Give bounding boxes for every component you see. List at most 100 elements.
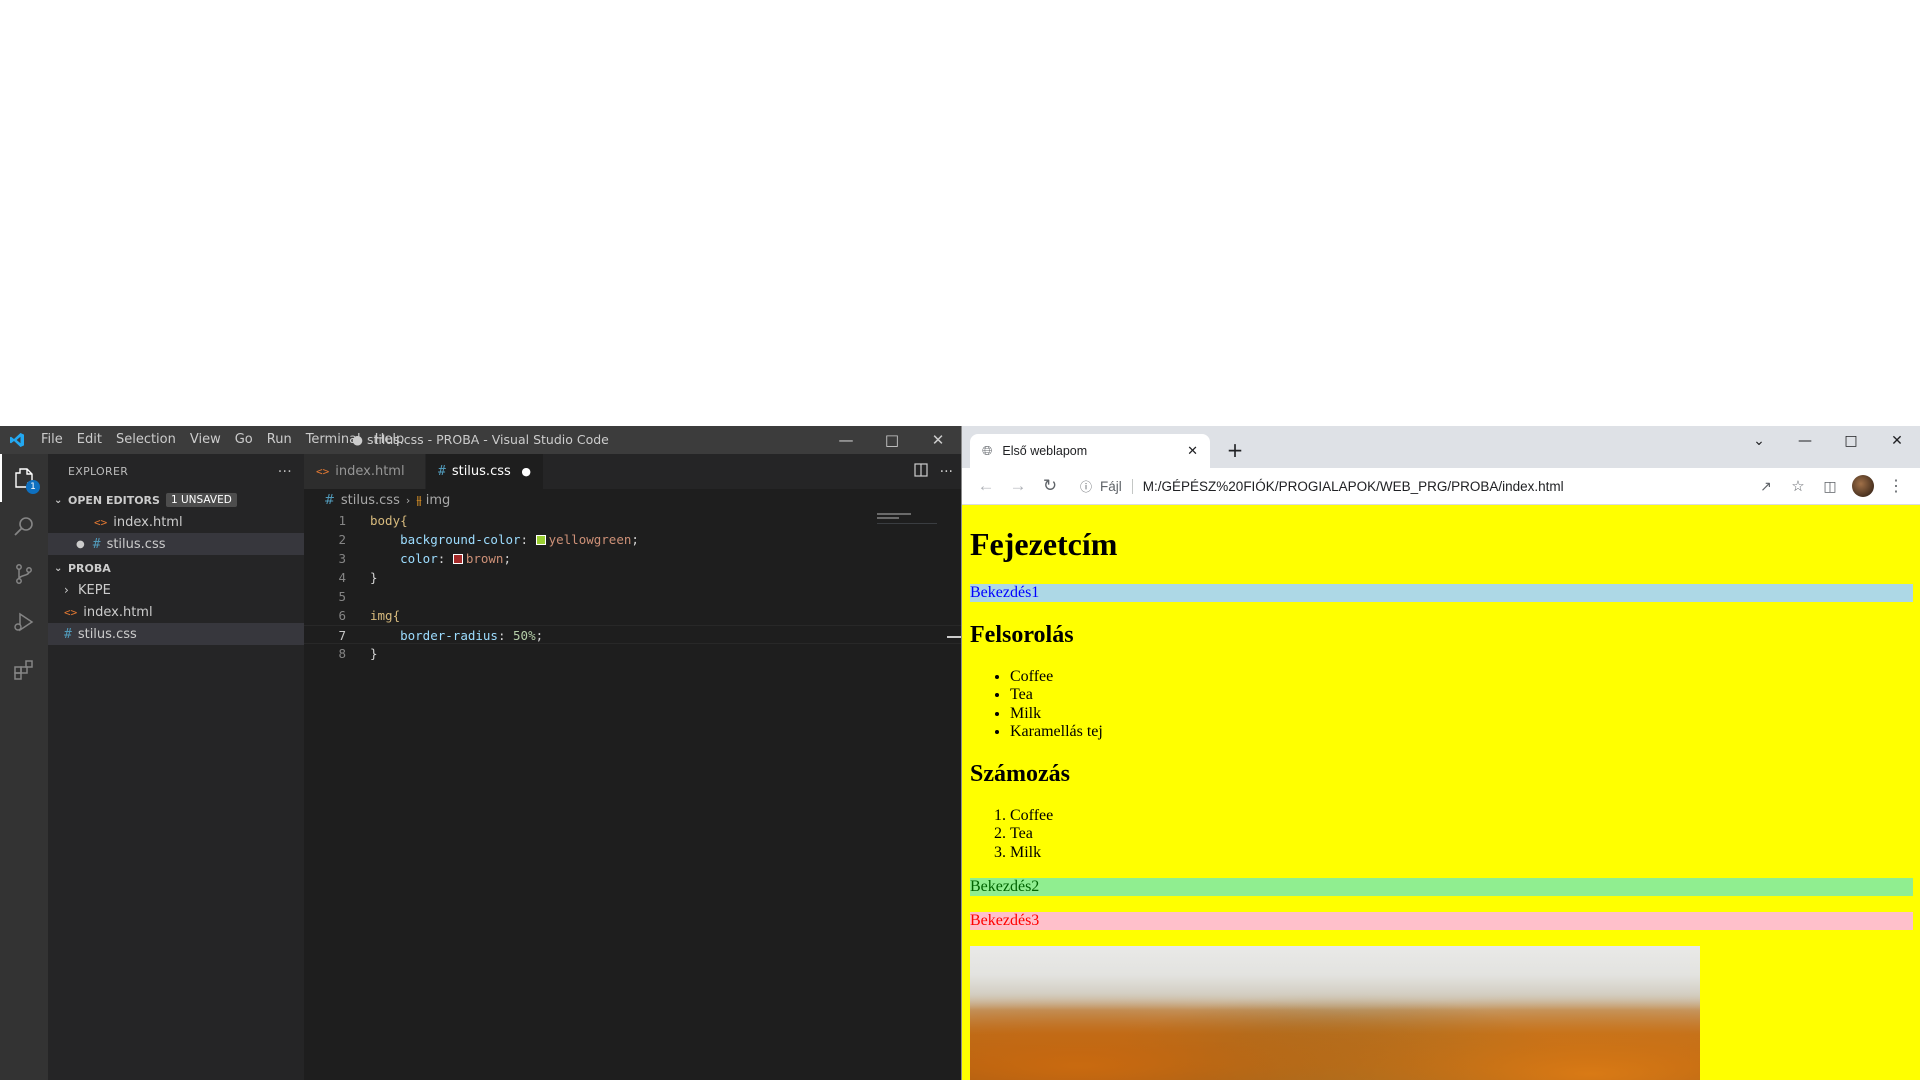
source-control-icon[interactable] <box>0 550 48 598</box>
code-line: 1 body{ <box>304 511 961 530</box>
web-page-content: Fejezetcím Bekezdés1 Felsorolás Coffee T… <box>962 505 1920 1080</box>
maximize-icon[interactable]: □ <box>1828 426 1874 456</box>
search-icon[interactable] <box>0 502 48 550</box>
close-icon[interactable]: ✕ <box>1874 426 1920 456</box>
unsaved-badge: 1 UNSAVED <box>165 493 237 507</box>
share-icon[interactable]: ↗ <box>1750 472 1782 500</box>
breadcrumb-symbol[interactable]: img <box>426 493 451 508</box>
run-debug-icon[interactable] <box>0 598 48 646</box>
url-text[interactable]: M:/GÉPÉSZ%20FIÓK/PROGIALAPOK/WEB_PRG/PRO… <box>1143 479 1564 494</box>
code-text: background-color: yellowgreen; <box>346 530 639 549</box>
paragraph-2: Bekezdés2 <box>970 878 1913 897</box>
menu-edit[interactable]: Edit <box>70 426 109 454</box>
list-item: Tea <box>1010 686 1913 704</box>
color-swatch-brown[interactable] <box>452 554 463 564</box>
file-index-html[interactable]: <> index.html <box>48 601 304 623</box>
list-item: Coffee <box>1010 668 1913 686</box>
list-heading: Felsorolás <box>970 622 1074 648</box>
menu-terminal[interactable]: Terminal <box>299 426 368 454</box>
code-text: } <box>370 570 378 585</box>
code-value: brown <box>465 551 504 566</box>
page-heading: Fejezetcím <box>970 526 1118 562</box>
code-editor[interactable]: 1 body{ 2 background-color: yellowgreen; … <box>304 511 961 663</box>
minimize-icon[interactable]: — <box>1782 426 1828 456</box>
tab-search-icon[interactable]: ⌄ <box>1736 426 1782 456</box>
list-item: Milk <box>1010 705 1913 723</box>
menu-go[interactable]: Go <box>228 426 260 454</box>
reload-icon[interactable]: ↻ <box>1034 472 1066 500</box>
split-editor-icon[interactable] <box>914 462 928 481</box>
code-text: color: brown; <box>346 549 511 568</box>
minimap-line <box>877 513 911 515</box>
profile-avatar[interactable] <box>1852 475 1874 497</box>
browser-toolbar: ← → ↻ ⓘ Fájl M:/GÉPÉSZ%20FIÓK/PROGIALAPO… <box>962 468 1920 505</box>
browser-tab[interactable]: 🌐︎ Első weblapom ✕ <box>970 434 1210 468</box>
side-panel-icon[interactable]: ◫ <box>1814 472 1846 500</box>
file-label: index.html <box>83 604 153 620</box>
code-text: border-radius: 50%; <box>346 626 543 643</box>
chevron-right-icon: › <box>405 493 411 507</box>
menu-view[interactable]: View <box>183 426 228 454</box>
more-actions-icon[interactable]: ··· <box>940 464 953 480</box>
list-item: Karamellás tej <box>1010 723 1913 741</box>
code-line: 3 color: brown; <box>304 549 961 568</box>
breadcrumb-file[interactable]: stilus.css <box>341 493 400 508</box>
back-arrow-icon[interactable]: ← <box>970 472 1002 500</box>
file-stilus-css[interactable]: # stilus.css <box>48 623 304 645</box>
list-item: Coffee <box>1010 807 1913 825</box>
new-tab-icon[interactable]: + <box>1221 436 1249 464</box>
extensions-icon[interactable] <box>0 646 48 694</box>
color-swatch-yellowgreen[interactable] <box>535 535 546 545</box>
close-tab-icon[interactable]: ✕ <box>1187 443 1198 459</box>
code-property: border-radius <box>400 628 498 643</box>
code-selector: img{ <box>370 608 401 623</box>
paragraph-1: Bekezdés1 <box>970 584 1913 602</box>
address-bar[interactable]: ⓘ Fájl M:/GÉPÉSZ%20FIÓK/PROGIALAPOK/WEB_… <box>1072 472 1744 500</box>
folder-label: KEPE <box>78 582 111 598</box>
maximize-icon[interactable]: □ <box>869 426 915 454</box>
code-line: 8} <box>304 644 961 663</box>
chevron-right-icon: › <box>64 583 69 597</box>
folder-kepe[interactable]: › KEPE <box>48 579 304 601</box>
menu-run[interactable]: Run <box>260 426 299 454</box>
info-icon[interactable]: ⓘ <box>1080 478 1092 495</box>
css-file-icon: # <box>324 492 335 508</box>
breadcrumb: # stilus.css › ⫵ img <box>304 489 961 511</box>
scrollbar-marker[interactable] <box>947 636 961 638</box>
tab-index-html[interactable]: <> index.html <box>304 454 426 489</box>
minimap[interactable] <box>877 511 947 531</box>
explorer-badge: 1 <box>26 480 40 494</box>
html-file-icon: <> <box>64 605 78 619</box>
open-editor-index-html[interactable]: <> index.html <box>48 511 304 533</box>
close-icon[interactable]: ✕ <box>915 426 961 454</box>
open-editor-stilus-css[interactable]: ● # stilus.css <box>48 533 304 555</box>
menu-selection[interactable]: Selection <box>109 426 183 454</box>
more-actions-icon[interactable]: ··· <box>278 464 292 480</box>
project-section[interactable]: ⌄ PROBA <box>48 557 304 579</box>
forward-arrow-icon[interactable]: → <box>1002 472 1034 500</box>
kebab-menu-icon[interactable]: ⋮ <box>1880 472 1912 500</box>
tab-label: stilus.css <box>451 464 511 479</box>
line-number: 2 <box>338 532 346 547</box>
code-line: 6 img{ <box>304 606 961 625</box>
unsaved-dot-icon[interactable]: ● <box>76 539 85 550</box>
open-editors-section[interactable]: ⌄ OPEN EDITORS 1 UNSAVED <box>48 489 304 511</box>
vscode-logo-icon[interactable] <box>0 426 34 454</box>
globe-icon: 🌐︎ <box>982 443 993 458</box>
paragraph-3: Bekezdés3 <box>970 912 1913 931</box>
bookmark-star-icon[interactable]: ☆ <box>1782 472 1814 500</box>
ordered-list-heading: Számozás <box>970 761 1070 788</box>
explorer-icon[interactable]: 1 <box>0 454 48 502</box>
line-number: 6 <box>338 608 346 623</box>
editor-area: <> index.html # stilus.css ● ··· # stilu… <box>304 454 961 1080</box>
code-selector: body{ <box>370 513 408 528</box>
file-label: stilus.css <box>77 626 137 642</box>
minimize-icon[interactable]: — <box>823 426 869 454</box>
menu-help[interactable]: Help <box>368 426 412 454</box>
line-number: 1 <box>338 513 346 528</box>
menu-file[interactable]: File <box>34 426 70 454</box>
unsaved-dot-icon[interactable]: ● <box>521 465 531 478</box>
code-value: 50% <box>513 628 536 643</box>
tab-stilus-css[interactable]: # stilus.css ● <box>426 454 544 489</box>
